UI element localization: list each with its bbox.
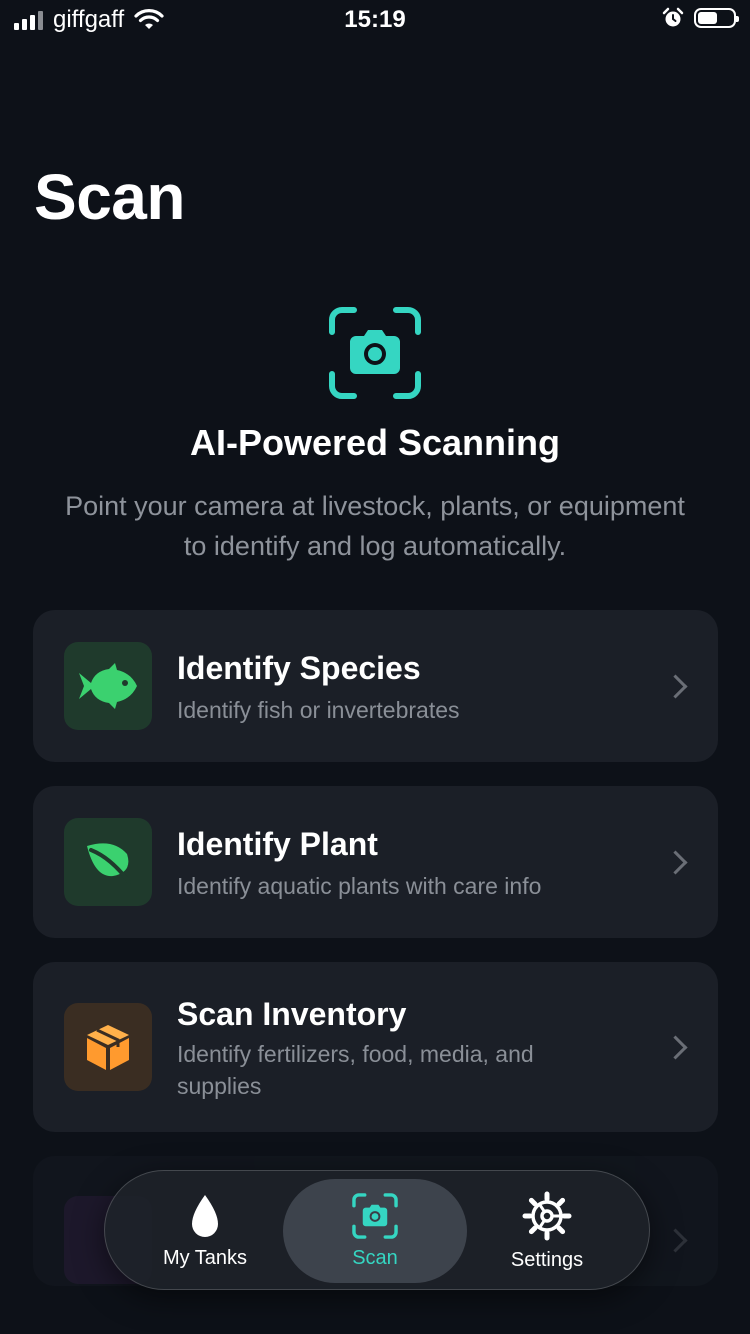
- water-drop-icon: [192, 1194, 218, 1237]
- gear-icon: [522, 1191, 572, 1240]
- page-title: Scan: [34, 161, 185, 233]
- alarm-icon: [662, 7, 684, 27]
- camera-scan-icon: [329, 307, 421, 399]
- chevron-right-icon: [663, 850, 688, 875]
- status-right: [662, 7, 739, 29]
- hero-title: AI-Powered Scanning: [189, 422, 561, 463]
- card-title: Identify Species: [177, 650, 421, 686]
- chevron-right-icon: [663, 1228, 688, 1253]
- tab-scan[interactable]: Scan: [283, 1179, 467, 1283]
- card-subtitle: Identify fish or invertebrates: [177, 697, 460, 723]
- box-icon: [87, 1025, 129, 1070]
- card-subtitle: Identify fertilizers, food, media, and s…: [177, 1041, 534, 1099]
- identify-species-card[interactable]: Identify Species Identify fish or invert…: [33, 610, 718, 762]
- tab-label: Scan: [352, 1246, 398, 1269]
- tab-my-tanks[interactable]: My Tanks: [113, 1179, 297, 1283]
- scan-screen: giffgaff 15:19 Scan AI-Powered Scanning …: [0, 0, 750, 1334]
- card-title: Scan Inventory: [177, 996, 407, 1032]
- card-subtitle: Identify aquatic plants with care info: [177, 873, 542, 899]
- hero-subtitle: Point your camera at livestock, plants, …: [65, 491, 685, 561]
- card-icon-container: [64, 818, 152, 906]
- fish-icon: [79, 663, 137, 709]
- card-icon-container: [64, 1003, 152, 1091]
- card-title: Identify Plant: [177, 826, 378, 862]
- status-bar: giffgaff 15:19: [0, 0, 750, 40]
- tab-bar: My Tanks Scan Settings: [104, 1170, 650, 1290]
- chevron-right-icon: [663, 674, 688, 699]
- tab-settings[interactable]: Settings: [455, 1179, 639, 1283]
- tab-label: My Tanks: [162, 1246, 248, 1269]
- card-icon-container: [64, 642, 152, 730]
- camera-scan-icon: [352, 1192, 398, 1239]
- leaf-icon: [87, 843, 131, 884]
- chevron-right-icon: [663, 1035, 688, 1060]
- scan-inventory-card[interactable]: Scan Inventory Identify fertilizers, foo…: [33, 962, 718, 1132]
- status-time: 15:19: [344, 6, 406, 33]
- battery-icon: [694, 8, 739, 28]
- tab-label: Settings: [510, 1248, 584, 1271]
- identify-plant-card[interactable]: Identify Plant Identify aquatic plants w…: [33, 786, 718, 938]
